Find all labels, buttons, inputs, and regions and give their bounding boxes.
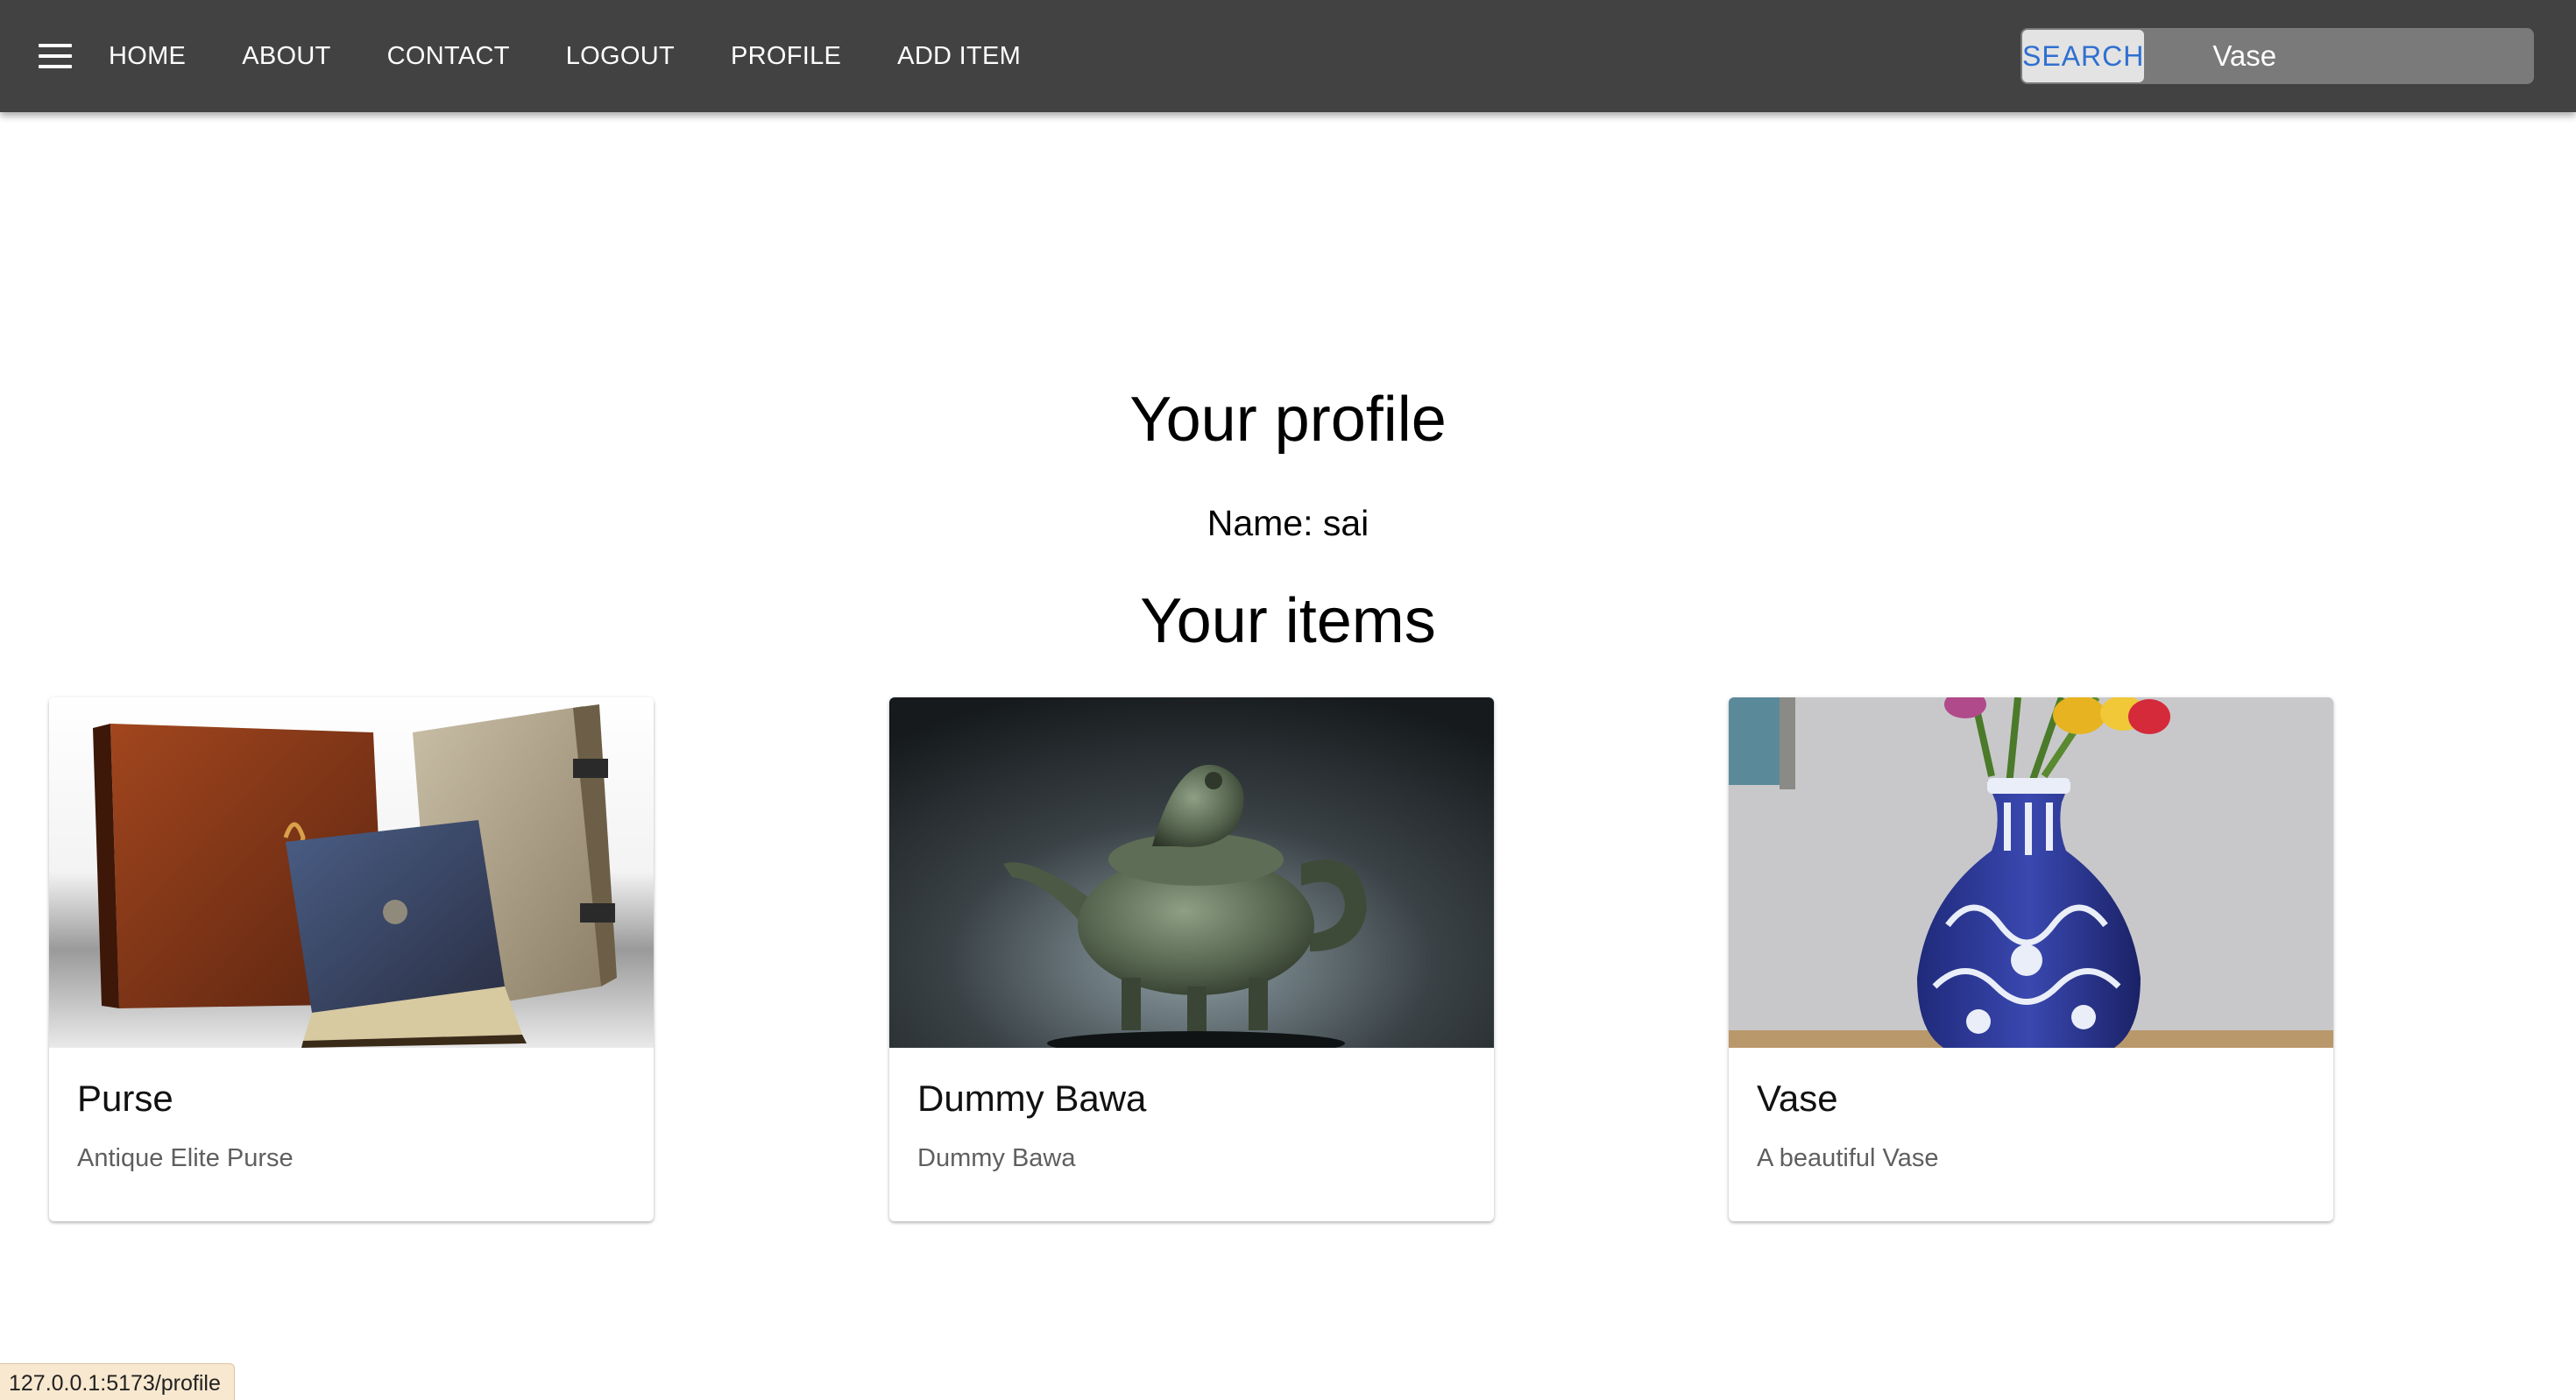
item-card[interactable]: Dummy Bawa Dummy Bawa xyxy=(889,697,1494,1221)
items-heading: Your items xyxy=(1140,586,1436,656)
antique-books-photo xyxy=(49,697,654,1048)
item-card[interactable]: Purse Antique Elite Purse xyxy=(49,697,654,1221)
nav-about-link[interactable]: ABOUT xyxy=(242,42,330,71)
nav-links: HOME ABOUT CONTACT LOGOUT PROFILE ADD IT… xyxy=(109,0,1077,112)
item-image xyxy=(49,697,654,1048)
nav-home-link[interactable]: HOME xyxy=(109,42,186,71)
bronze-teapot-photo xyxy=(889,697,1494,1048)
profile-name: Name: sai xyxy=(1207,503,1369,543)
app-bar: HOME ABOUT CONTACT LOGOUT PROFILE ADD IT… xyxy=(0,0,2576,112)
nav-add-item-link[interactable]: ADD ITEM xyxy=(897,42,1021,71)
status-bar-url: 127.0.0.1:5173/profile xyxy=(0,1363,235,1400)
item-title: Purse xyxy=(77,1078,173,1119)
menu-icon[interactable] xyxy=(35,39,75,74)
search-button[interactable]: SEARCH xyxy=(2022,30,2145,82)
nav-logout-link[interactable]: LOGOUT xyxy=(566,42,675,71)
item-title: Vase xyxy=(1757,1078,1838,1119)
item-title: Dummy Bawa xyxy=(917,1078,1147,1119)
item-card[interactable]: Vase A beautiful Vase xyxy=(1729,697,2333,1221)
nav-profile-link[interactable]: PROFILE xyxy=(731,42,841,71)
item-description: Dummy Bawa xyxy=(917,1144,1076,1172)
blue-vase-photo xyxy=(1729,697,2333,1048)
search-bar: SEARCH xyxy=(2020,28,2576,84)
search-input[interactable] xyxy=(2144,30,2576,82)
item-description: Antique Elite Purse xyxy=(77,1144,294,1172)
page-title: Your profile xyxy=(1129,385,1447,455)
item-image xyxy=(1729,697,2333,1048)
item-image xyxy=(889,697,1494,1048)
item-description: A beautiful Vase xyxy=(1757,1144,1939,1172)
nav-contact-link[interactable]: CONTACT xyxy=(387,42,510,71)
